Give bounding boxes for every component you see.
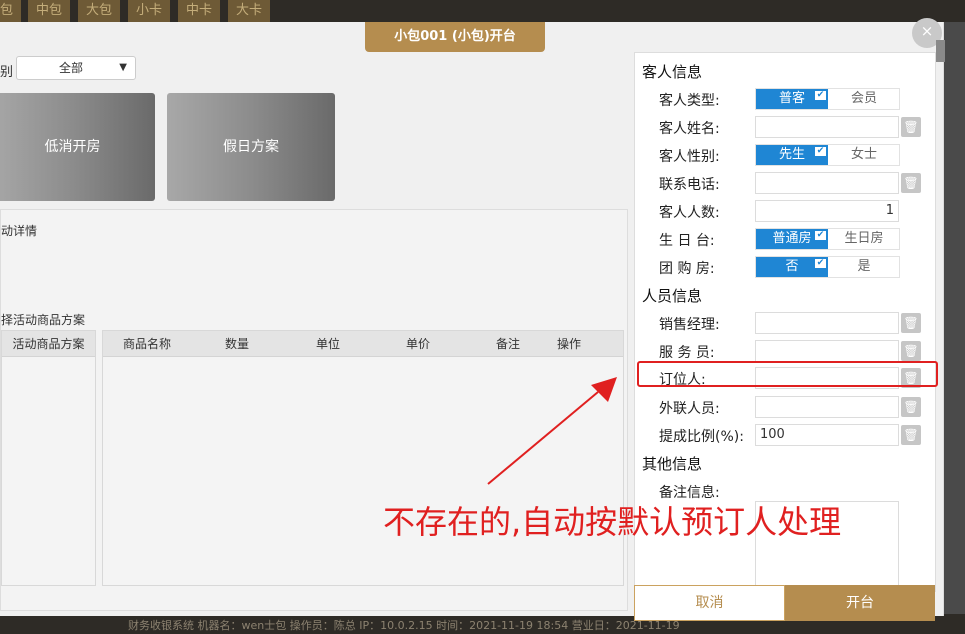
- annotation-text: 不存在的,自动按默认预订人处理: [383, 503, 842, 541]
